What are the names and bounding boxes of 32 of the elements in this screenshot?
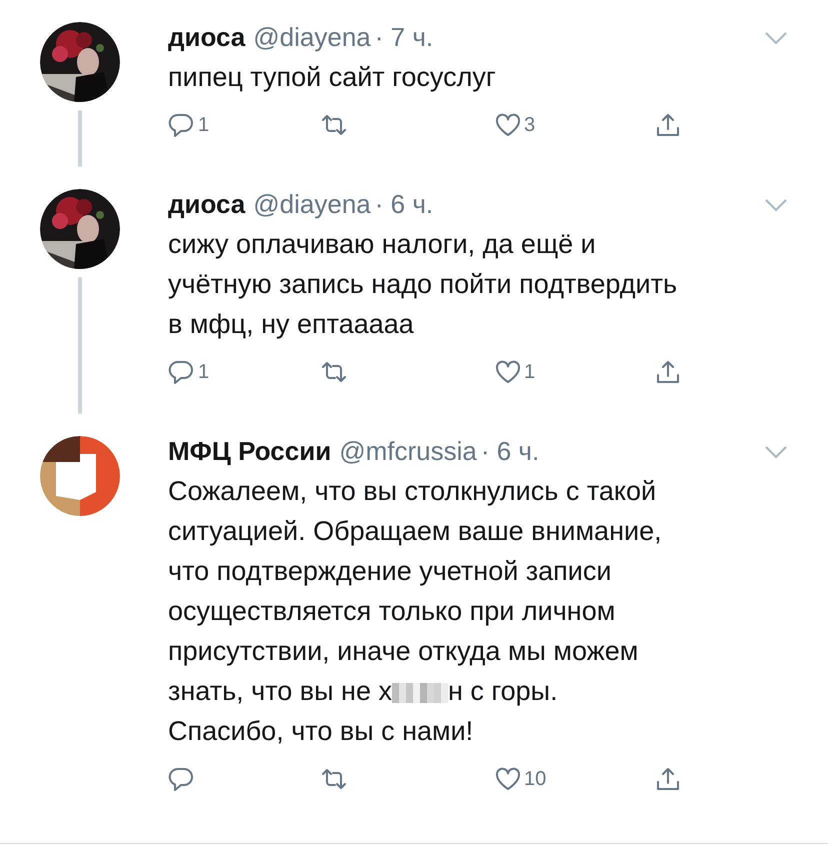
heart-icon[interactable] xyxy=(494,112,522,138)
retweet-icon[interactable] xyxy=(320,112,348,138)
heart-icon[interactable] xyxy=(494,766,522,792)
author-handle[interactable]: @mfcrussia xyxy=(339,436,477,467)
share-icon[interactable] xyxy=(654,359,682,385)
author-name[interactable]: МФЦ России xyxy=(168,436,332,467)
tweet-text: сижу оплачиваю налоги, да ещё и учётную запись надо пойти подтвердить в мфц, ну ептааааа xyxy=(168,228,678,341)
reply-icon[interactable] xyxy=(168,359,196,385)
retweet-icon[interactable] xyxy=(320,359,348,385)
tweet-text: пипец тупой сайт госуслуг xyxy=(168,61,497,94)
reply-icon[interactable] xyxy=(168,112,196,138)
share-icon[interactable] xyxy=(654,766,682,792)
share-icon[interactable] xyxy=(654,112,682,138)
timestamp: · 6 ч. xyxy=(374,189,434,220)
retweet-icon[interactable] xyxy=(320,766,348,792)
tweet-text: Спасибо, что вы с нами! xyxy=(168,715,474,748)
reply-count: 1 xyxy=(198,114,210,136)
author-name[interactable]: диоса xyxy=(168,22,246,53)
reply-count: 1 xyxy=(198,360,210,384)
reply-icon[interactable] xyxy=(168,766,196,792)
tweet-text: н с горы. xyxy=(448,675,558,708)
author-name[interactable]: диоса xyxy=(168,189,246,220)
timestamp: · 7 ч. xyxy=(374,22,434,53)
author-handle[interactable]: @diayena xyxy=(253,189,371,220)
author-handle[interactable]: @diayena xyxy=(253,22,371,53)
like-count: 3 xyxy=(524,114,536,136)
timestamp: · 6 ч. xyxy=(480,436,540,467)
like-count: 10 xyxy=(524,768,546,790)
censor-mosaic xyxy=(392,683,448,703)
tweet-text: знать, что вы не х xyxy=(168,675,392,708)
heart-icon[interactable] xyxy=(494,359,522,385)
like-count: 1 xyxy=(524,360,536,384)
